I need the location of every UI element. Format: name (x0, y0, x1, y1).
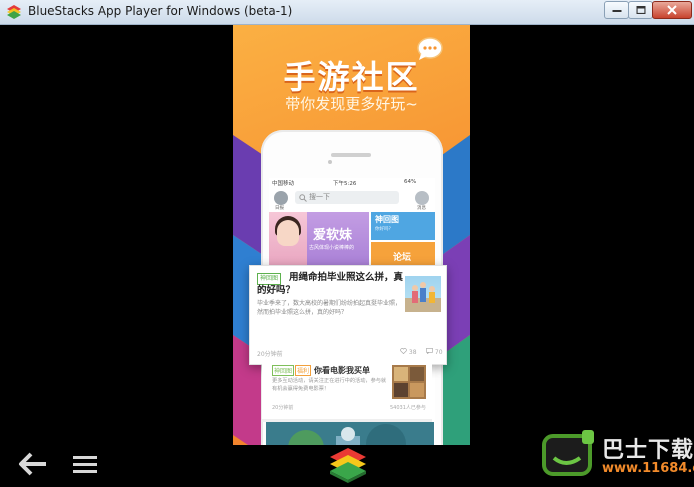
maximize-button[interactable] (628, 1, 653, 19)
messages-icon[interactable] (415, 191, 429, 205)
post2-time: 20分钟前 (272, 405, 294, 411)
banner-title: 爱软妹 (313, 228, 353, 243)
minimize-button[interactable] (604, 1, 629, 19)
post-time: 20分钟前 (257, 351, 283, 358)
post2-participants: 54031人已参与 (390, 405, 426, 411)
post-likes-count: 38 (408, 349, 417, 356)
post2-body: 更多互动活动，请关注正在进行中的活动，参与就有机会赢得免费电影票！ (272, 378, 387, 392)
bluestacks-app-icon (7, 5, 21, 19)
promo-subheadline: 带你发现更多好玩~ (285, 95, 418, 113)
phone-camera (328, 160, 332, 164)
back-arrow-icon[interactable] (18, 451, 48, 477)
post-comments-count: 70 (434, 349, 443, 356)
emulator-screen[interactable]: 手游社区 带你发现更多好玩~ 中国移动 下午5:26 64% 日报 搜一下 消息… (0, 25, 694, 470)
post2-tags: 神回图 福利 (272, 365, 313, 376)
post-likes[interactable]: 38 (400, 348, 417, 356)
post2-tag-2: 福利 (295, 365, 312, 376)
chat-bubble-icon (417, 37, 443, 60)
watermark-url: www.11684.com (602, 461, 694, 476)
title-bar[interactable]: BlueStacks App Player for Windows (beta-… (0, 0, 694, 25)
search-placeholder: 搜一下 (309, 193, 330, 201)
featured-banner[interactable]: 爱软妹 古风体现小说棒棒的 神回图 你好吗？ 论坛 (269, 212, 435, 270)
banner-subtitle: 古风体现小说棒棒的 (309, 245, 355, 251)
banner-funny-pics[interactable]: 神回图 你好吗？ (371, 212, 435, 240)
post-comments[interactable]: 70 (426, 348, 443, 356)
post-title: 用绳命拍毕业照这么拼，真的好吗？ (257, 272, 404, 296)
close-icon (667, 5, 677, 15)
window-title: BlueStacks App Player for Windows (beta-… (28, 4, 293, 18)
search-input[interactable]: 搜一下 (295, 191, 399, 204)
post-thumbnail (405, 276, 441, 312)
menu-icon[interactable] (72, 453, 98, 475)
watermark-logo-icon (542, 430, 594, 476)
post-card[interactable]: 神回图 福利 你看电影我买单 更多互动活动，请关注正在进行中的活动，参与就有机会赢… (262, 361, 432, 419)
banner-funny-title: 神回图 (375, 215, 399, 224)
search-icon (299, 194, 307, 202)
girl-face-shape (277, 220, 299, 246)
daily-label: 日报 (275, 206, 284, 211)
clock-label: 下午5:26 (333, 181, 357, 187)
phone-status-bar: 中国移动 下午5:26 64% (269, 178, 435, 188)
movie-poster-image (394, 367, 424, 397)
post2-tag-1: 神回图 (272, 365, 295, 376)
heart-icon (400, 348, 407, 355)
bluestacks-window: BlueStacks App Player for Windows (beta-… (0, 0, 694, 487)
search-row: 日报 搜一下 消息 (269, 188, 435, 211)
post2-title: 你看电影我买单 (314, 366, 370, 375)
close-button[interactable] (652, 1, 692, 19)
graduation-photo-image (405, 282, 441, 312)
watermark-site-name: 巴士下载 (602, 438, 694, 463)
daily-icon[interactable] (274, 191, 288, 205)
featured-post-card[interactable]: 神回图 用绳命拍毕业照这么拼，真的好吗？ 毕业季来了，数大高校的暑期们纷纷拍起真… (249, 265, 447, 365)
post2-thumbnail (392, 365, 426, 399)
bluestacks-logo-icon[interactable] (328, 446, 368, 484)
phone-speaker (331, 153, 371, 157)
messages-label: 消息 (417, 206, 426, 211)
carrier-label: 中国移动 (272, 181, 295, 187)
maximize-icon (636, 6, 645, 14)
site-watermark: 巴士下载 www.11684.com (540, 428, 694, 484)
banner-forum-title: 论坛 (393, 253, 412, 263)
comment-icon (426, 348, 433, 355)
post-body: 毕业季来了，数大高校的暑期们纷纷拍起真挺毕业照，然而拍毕业照这么拼，真的好吗？ (257, 300, 402, 316)
minimize-icon (612, 10, 621, 12)
banner-funny-sub: 你好吗？ (375, 227, 393, 232)
battery-label: 64% (404, 179, 417, 185)
banner-main[interactable]: 爱软妹 古风体现小说棒棒的 (269, 212, 369, 270)
